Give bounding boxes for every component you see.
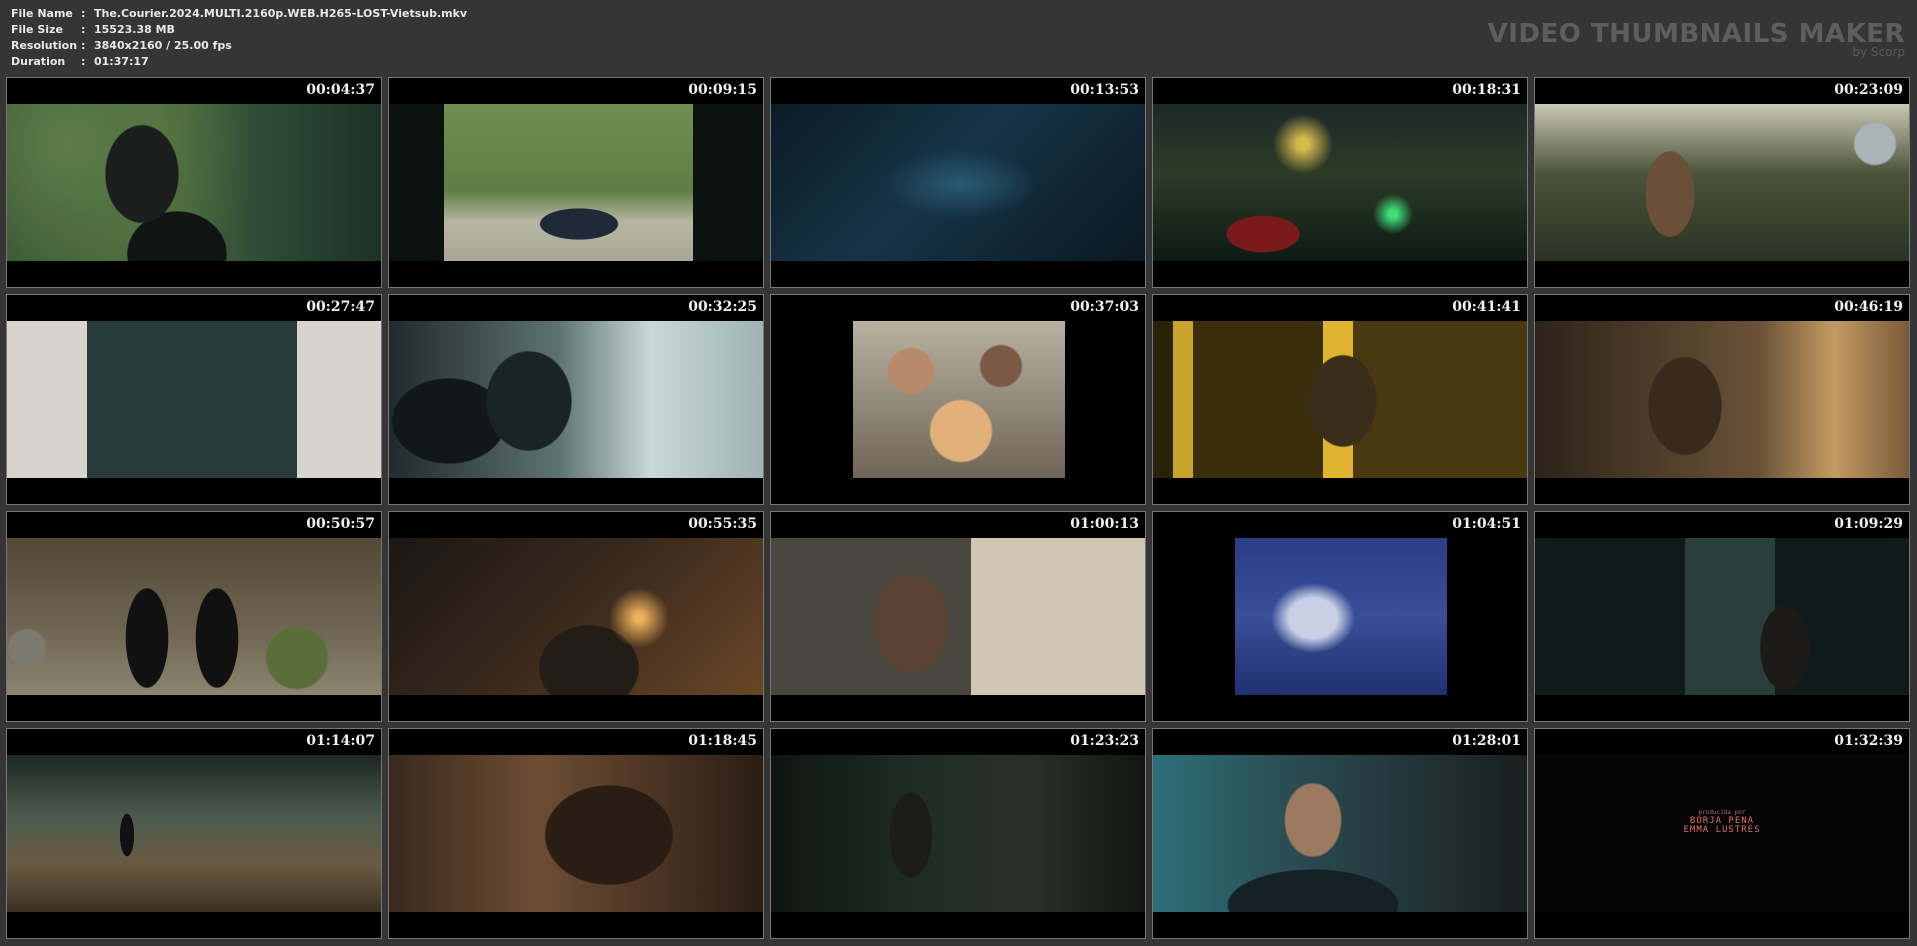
header: File Name : The.Courier.2024.MULTI.2160p… — [0, 0, 1917, 76]
thumbnail[interactable]: 01:14:07 — [6, 728, 382, 939]
timestamp: 01:14:07 — [306, 733, 375, 749]
thumbnail[interactable]: 00:04:37 — [6, 77, 382, 288]
info-value: 3840x2160 / 25.00 fps — [94, 39, 232, 52]
thumbnail[interactable]: 00:32:25 — [388, 294, 764, 505]
video-frame — [7, 755, 381, 912]
info-separator: : — [81, 23, 86, 36]
info-label: File Name — [11, 7, 73, 20]
info-value: The.Courier.2024.MULTI.2160p.WEB.H265-LO… — [94, 7, 468, 20]
video-frame — [7, 538, 381, 695]
video-frame — [1535, 321, 1909, 478]
thumbnail[interactable]: 01:09:29 — [1534, 511, 1910, 722]
video-frame — [389, 755, 763, 912]
timestamp: 00:32:25 — [688, 299, 757, 315]
file-info-table: File Name : The.Courier.2024.MULTI.2160p… — [11, 6, 467, 70]
info-separator: : — [81, 39, 86, 52]
thumbnail[interactable]: producida por BORJA PENA EMMA LUSTRES 01… — [1534, 728, 1910, 939]
info-value: 01:37:17 — [94, 55, 149, 68]
thumbnail[interactable]: 00:37:03 — [770, 294, 1146, 505]
brand-title: VIDEO THUMBNAILS MAKER — [1487, 19, 1905, 49]
info-separator: : — [81, 55, 86, 68]
video-frame — [389, 538, 763, 695]
timestamp: 00:04:37 — [306, 82, 375, 98]
timestamp: 01:32:39 — [1834, 733, 1903, 749]
timestamp: 00:09:15 — [688, 82, 757, 98]
video-frame — [771, 755, 1145, 912]
timestamp: 01:18:45 — [688, 733, 757, 749]
video-frame — [1153, 104, 1527, 261]
thumbnail[interactable]: 00:46:19 — [1534, 294, 1910, 505]
info-row-file-name: File Name : The.Courier.2024.MULTI.2160p… — [11, 6, 467, 22]
thumbnail[interactable]: 00:13:53 — [770, 77, 1146, 288]
video-frame — [1153, 538, 1527, 695]
timestamp: 00:55:35 — [688, 516, 757, 532]
video-frame — [1535, 104, 1909, 261]
thumbnail[interactable]: 00:09:15 — [388, 77, 764, 288]
video-frame — [771, 321, 1145, 478]
timestamp: 00:18:31 — [1452, 82, 1521, 98]
video-frame — [771, 104, 1145, 261]
thumbnail[interactable]: 00:41:41 — [1152, 294, 1528, 505]
video-frame — [771, 538, 1145, 695]
thumbnail-grid: 00:04:37 00:09:15 00:13:53 00:18:31 00:2… — [6, 77, 1910, 939]
video-frame — [389, 104, 763, 261]
video-frame — [7, 321, 381, 478]
thumbnail[interactable]: 01:18:45 — [388, 728, 764, 939]
video-frame — [1535, 538, 1909, 695]
timestamp: 01:23:23 — [1070, 733, 1139, 749]
info-row-file-size: File Size : 15523.38 MB — [11, 22, 467, 38]
info-label: File Size — [11, 23, 63, 36]
credits-text: producida por BORJA PENA EMMA LUSTRES — [1535, 808, 1909, 835]
thumbnail[interactable]: 01:28:01 — [1152, 728, 1528, 939]
timestamp: 00:41:41 — [1452, 299, 1521, 315]
timestamp: 00:13:53 — [1070, 82, 1139, 98]
timestamp: 01:28:01 — [1452, 733, 1521, 749]
timestamp: 01:04:51 — [1452, 516, 1521, 532]
thumbnail[interactable]: 00:55:35 — [388, 511, 764, 722]
timestamp: 00:37:03 — [1070, 299, 1139, 315]
thumbnail[interactable]: 00:27:47 — [6, 294, 382, 505]
info-separator: : — [81, 7, 86, 20]
timestamp: 00:50:57 — [306, 516, 375, 532]
video-frame — [389, 321, 763, 478]
timestamp: 00:23:09 — [1834, 82, 1903, 98]
brand-watermark: VIDEO THUMBNAILS MAKER by Scorp — [1488, 20, 1905, 58]
timestamp: 01:00:13 — [1070, 516, 1139, 532]
info-label: Duration — [11, 55, 66, 68]
info-value: 15523.38 MB — [94, 23, 175, 36]
video-frame — [7, 104, 381, 261]
info-row-duration: Duration : 01:37:17 — [11, 54, 467, 70]
video-frame — [1153, 755, 1527, 912]
video-frame — [1153, 321, 1527, 478]
timestamp: 00:27:47 — [306, 299, 375, 315]
thumbnail[interactable]: 01:04:51 — [1152, 511, 1528, 722]
thumbnail[interactable]: 01:00:13 — [770, 511, 1146, 722]
info-row-resolution: Resolution : 3840x2160 / 25.00 fps — [11, 38, 467, 54]
info-label: Resolution — [11, 39, 78, 52]
timestamp: 01:09:29 — [1834, 516, 1903, 532]
thumbnail[interactable]: 01:23:23 — [770, 728, 1146, 939]
thumbnail[interactable]: 00:18:31 — [1152, 77, 1528, 288]
video-frame: producida por BORJA PENA EMMA LUSTRES — [1535, 755, 1909, 912]
thumbnail[interactable]: 00:50:57 — [6, 511, 382, 722]
thumbnail[interactable]: 00:23:09 — [1534, 77, 1910, 288]
timestamp: 00:46:19 — [1834, 299, 1903, 315]
credits-line: EMMA LUSTRES — [1683, 825, 1761, 835]
